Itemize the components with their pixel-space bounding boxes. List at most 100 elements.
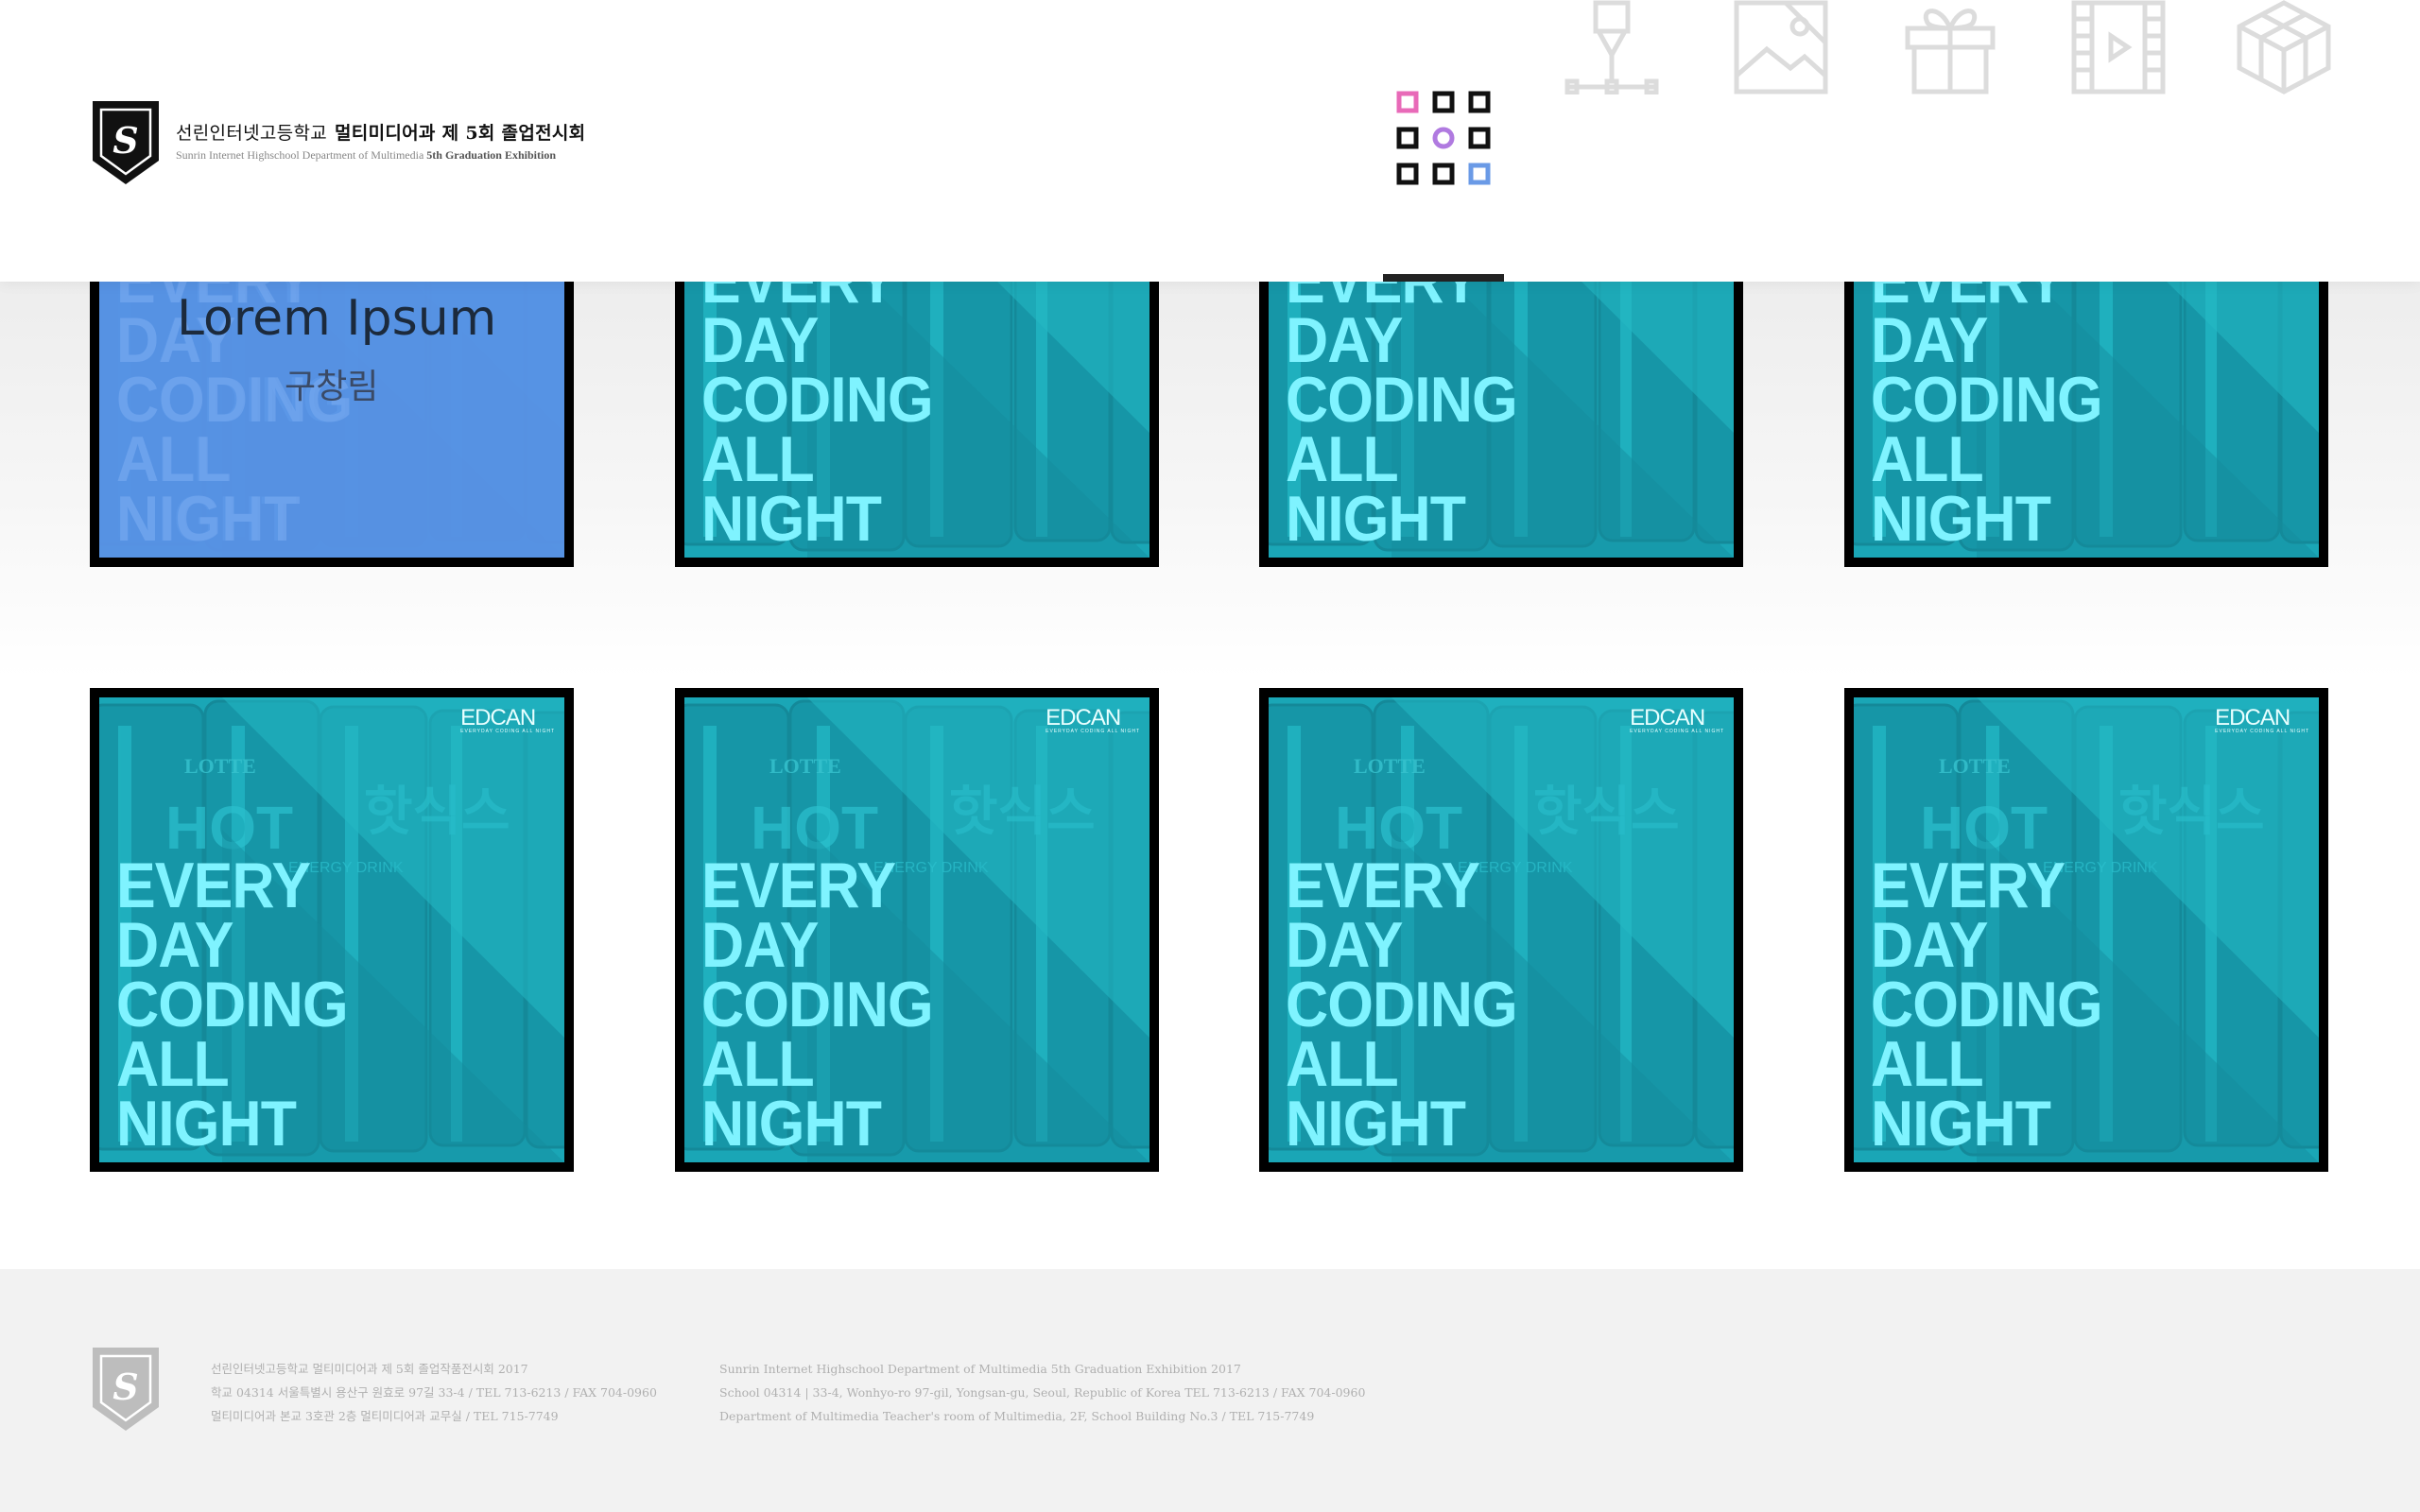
poster-line: ALL [1871, 423, 1984, 495]
edcan-logo: EDCAN EVERYDAY CODING ALL NIGHT [460, 705, 555, 734]
grid-icon [1396, 91, 1491, 185]
footer-line: 학교 04314 서울특별시 용산구 원효로 97길 33-4 / TEL 71… [211, 1385, 657, 1400]
pen-tool-icon [1564, 0, 1659, 95]
poster-line: CODING [1286, 364, 1518, 436]
poster-line: NIGHT [1286, 1088, 1466, 1160]
svg-text:S: S [112, 119, 138, 162]
artwork-thumbnail: LOTTE HOT 핫식스 ENERGY DRINK EDCANEVERYDAY… [684, 282, 1150, 558]
ghost-line: ALL [116, 423, 232, 495]
artwork-card[interactable]: LOTTE HOT 핫식스 ENERGY DRINK EDCANEVERYDAY… [1259, 282, 1743, 567]
poster-line: DAY [116, 909, 234, 981]
poster-headline: EVERYDAYCODINGALLNIGHT [116, 850, 349, 1160]
poster-line: CODING [1871, 364, 2103, 436]
poster-line: CODING [1286, 969, 1518, 1040]
footer-shield-logo: S [93, 1348, 159, 1431]
site-footer: S 선린인터넷고등학교 멀티미디어과 제 5회 졸업작품전시회 2017 학교 … [0, 1269, 2420, 1512]
poster-line: NIGHT [1871, 483, 2051, 555]
brand-mark: EDCAN [2215, 705, 2290, 730]
edcan-logo: EDCAN EVERYDAY CODING ALL NIGHT [2215, 705, 2309, 734]
artwork-card[interactable]: LOTTE HOT 핫식스 ENERGY DRINK EDCANEVERYDAY… [675, 282, 1159, 567]
nav-photo[interactable] [1734, 0, 1828, 94]
poster-line: ALL [701, 423, 815, 495]
poster-line: DAY [1871, 304, 1989, 376]
brand-text[interactable]: 선린인터넷고등학교 멀티미디어과 제 5회 졸업전시회 Sunrin Intern… [176, 119, 585, 163]
poster-headline: EVERYDAYCODINGALLNIGHT [701, 282, 934, 555]
poster-line: DAY [701, 304, 820, 376]
nav-3d[interactable] [2237, 0, 2331, 94]
image-icon [1734, 0, 1828, 94]
artwork-thumbnail: LOTTE HOT 핫식스 ENERGY DRINK EDCANEVERYDAY… [1269, 282, 1734, 558]
brand-mark-small: EVERYDAY CODING ALL NIGHT [2215, 729, 2309, 734]
artwork-author: 구창림 [285, 368, 379, 406]
footer-line: Department of Multimedia Teacher's room … [719, 1409, 1315, 1423]
artwork-card[interactable]: LOTTE HOT 핫식스 ENERGY DRINK EDCANEVERYDAY… [1844, 282, 2328, 567]
brand-mark: EDCAN [1046, 705, 1121, 730]
poster-line: NIGHT [116, 1088, 297, 1160]
school-shield-logo[interactable]: S [90, 98, 162, 187]
artwork-card[interactable]: LOTTE HOT 핫식스 ENERGY DRINK EDCANEVERYDAY… [90, 282, 574, 567]
poster-line: ALL [116, 1028, 230, 1100]
exhibition-title: 멀티미디어과 제 5회 졸업전시회 [335, 123, 586, 144]
poster-line: EVERY [1871, 850, 2066, 921]
nav-video[interactable] [2071, 0, 2166, 94]
poster-line: DAY [1871, 909, 1989, 981]
edcan-logo: EDCAN EVERYDAY CODING ALL NIGHT [1046, 705, 1140, 734]
poster-line: EVERY [701, 850, 896, 921]
poster-line: CODING [116, 969, 349, 1040]
subtitle-bold: 5th Graduation Exhibition [426, 148, 556, 162]
brand-subtitle: Sunrin Internet Highschool Department of… [176, 148, 585, 163]
footer-line: School 04314 | 33-4, Wonhyo-ro 97-gil, Y… [719, 1385, 1366, 1400]
gallery: LOTTE HOT 핫식스 ENERGY DRINK EDCANEVERYDAY… [0, 282, 2420, 1269]
poster-line: ALL [701, 1028, 815, 1100]
footer-english-info: Sunrin Internet Highschool Department of… [719, 1357, 1365, 1428]
school-name: 선린인터넷고등학교 [176, 123, 328, 144]
artwork-card[interactable]: LOTTE HOT 핫식스 ENERGY DRINK EDCANEVERYDAY… [1844, 688, 2328, 1172]
poster-line: NIGHT [701, 483, 882, 555]
poster-line: CODING [1871, 969, 2103, 1040]
poster-line: ALL [1286, 1028, 1399, 1100]
footer-line: 선린인터넷고등학교 멀티미디어과 제 5회 졸업작품전시회 2017 [211, 1362, 528, 1376]
brand-mark-small: EVERYDAY CODING ALL NIGHT [460, 729, 555, 734]
poster-line: NIGHT [1286, 483, 1466, 555]
poster-line: CODING [701, 969, 934, 1040]
artwork-card[interactable]: LOTTE HOT 핫식스 ENERGY DRINK EDCANEVERYDAY… [90, 688, 574, 1172]
artwork-thumbnail: LOTTE HOT 핫식스 ENERGY DRINK EDCANEVERYDAY… [1854, 697, 2319, 1162]
poster-line: ALL [1871, 1028, 1984, 1100]
brand-title: 선린인터넷고등학교 멀티미디어과 제 5회 졸업전시회 [176, 119, 585, 145]
poster-line: EVERY [116, 850, 311, 921]
poster-line: DAY [1286, 304, 1404, 376]
nav-all-works[interactable] [1396, 91, 1491, 185]
poster-line: NIGHT [701, 1088, 882, 1160]
artwork-card[interactable]: LOTTE HOT 핫식스 ENERGY DRINK EDCANEVERYDAY… [1259, 688, 1743, 1172]
poster-headline: EVERYDAYCODINGALLNIGHT [1871, 850, 2103, 1156]
svg-text:S: S [112, 1366, 138, 1408]
gift-icon [1905, 9, 1996, 94]
card-hover-overlay: EVERYDAYCODINGALLNIGHTLorem Ipsum구창림 [99, 282, 564, 558]
film-icon [2071, 0, 2166, 94]
nav-product[interactable] [1903, 0, 1997, 94]
poster-line: CODING [701, 364, 934, 436]
poster-headline: EVERYDAYCODINGALLNIGHT [1286, 850, 1518, 1160]
brand-mark: EDCAN [460, 705, 536, 730]
footer-korean-info: 선린인터넷고등학교 멀티미디어과 제 5회 졸업작품전시회 2017 학교 04… [211, 1357, 657, 1428]
artwork-title: Lorem Ipsum [177, 290, 497, 347]
artwork-thumbnail: LOTTE HOT 핫식스 ENERGY DRINK EDCANEVERYDAY… [99, 697, 564, 1162]
poster-line: EVERY [1286, 850, 1480, 921]
brand-mark-small: EVERYDAY CODING ALL NIGHT [1046, 729, 1140, 734]
footer-line: 멀티미디어과 본교 3호관 2층 멀티미디어과 교무실 / TEL 715-77… [211, 1409, 559, 1423]
site-header: S 선린인터넷고등학교 멀티미디어과 제 5회 졸업전시회 Sunrin Inte… [0, 0, 2420, 282]
footer-line: Sunrin Internet Highschool Department of… [719, 1362, 1241, 1376]
ghost-line: NIGHT [116, 483, 301, 555]
nav-design[interactable] [1564, 0, 1659, 95]
edcan-logo: EDCAN EVERYDAY CODING ALL NIGHT [1630, 705, 1724, 734]
poster-line: ALL [1286, 423, 1399, 495]
poster-line: DAY [1286, 909, 1404, 981]
artwork-card[interactable]: LOTTE HOT 핫식스 ENERGY DRINK EDCANEVERYDAY… [675, 688, 1159, 1172]
artwork-thumbnail: LOTTE HOT 핫식스 ENERGY DRINK EDCANEVERYDAY… [1854, 282, 2319, 558]
poster-headline: EVERYDAYCODINGALLNIGHT [1871, 282, 2103, 555]
poster-line: DAY [701, 909, 820, 981]
artwork-thumbnail: LOTTE HOT 핫식스 ENERGY DRINK EDCANEVERYDAY… [684, 697, 1150, 1162]
brand-mark-small: EVERYDAY CODING ALL NIGHT [1630, 729, 1724, 734]
poster-headline: EVERYDAYCODINGALLNIGHT [1286, 282, 1518, 555]
artwork-thumbnail: LOTTE HOT 핫식스 ENERGY DRINK EDCANEVERYDAY… [1269, 697, 1734, 1162]
